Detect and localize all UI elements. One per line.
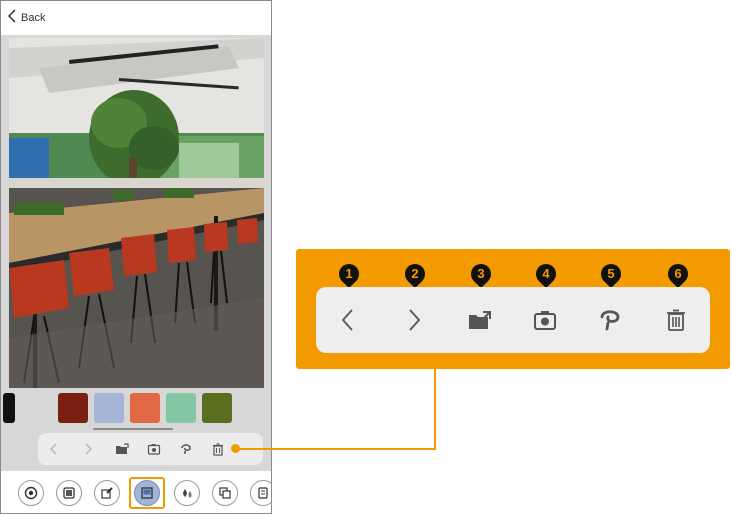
marker-number: 2 (411, 266, 419, 281)
chevron-left-icon (7, 8, 17, 28)
camera-button[interactable] (528, 303, 562, 337)
toolbar-callout: 1 2 3 4 5 6 (296, 249, 730, 369)
delete-button[interactable] (659, 303, 693, 337)
reference-image-panel (1, 35, 271, 471)
nav-more[interactable] (250, 480, 271, 506)
trash-icon (213, 443, 223, 456)
office-interior-photo[interactable] (9, 38, 264, 388)
camera-icon (534, 311, 556, 330)
chevron-right-icon (85, 443, 92, 455)
nav-copy[interactable] (212, 480, 238, 506)
more-icon (258, 487, 268, 499)
edit-image-icon (101, 487, 113, 499)
reference-toolbar (38, 433, 263, 465)
nav-drops[interactable] (174, 480, 200, 506)
lasso-icon (181, 444, 191, 454)
color-swatch-row (1, 391, 271, 427)
swatch-scrollbar[interactable] (93, 428, 173, 430)
next-button[interactable] (397, 303, 431, 337)
chevron-left-icon (50, 443, 57, 455)
marker-number: 3 (477, 266, 485, 281)
layers-icon (63, 487, 75, 499)
nav-layers[interactable] (56, 480, 82, 506)
nav-edit-image[interactable] (94, 480, 120, 506)
back-label: Back (21, 12, 46, 24)
color-swatch[interactable] (202, 393, 232, 423)
delete-button[interactable] (208, 439, 228, 459)
marker-number: 6 (674, 266, 682, 281)
marker-number: 5 (607, 266, 615, 281)
zoomed-reference-toolbar (316, 287, 710, 353)
chevron-left-icon (341, 309, 353, 331)
camera-icon (147, 444, 161, 455)
color-swatch[interactable] (166, 393, 196, 423)
callout-connector-horizontal (236, 448, 436, 450)
previous-button[interactable] (44, 439, 64, 459)
color-swatch[interactable] (130, 393, 160, 423)
marker-number: 1 (345, 266, 353, 281)
eyedropper-button[interactable] (176, 439, 196, 459)
color-swatch[interactable] (94, 393, 124, 423)
lasso-icon (600, 310, 620, 331)
back-button[interactable]: Back (7, 8, 46, 28)
copy-icon (219, 487, 231, 499)
open-folder-button[interactable] (463, 303, 497, 337)
eyedropper-button[interactable] (593, 303, 627, 337)
color-swatch[interactable] (58, 393, 88, 423)
camera-button[interactable] (144, 439, 164, 459)
active-nav-highlight (129, 477, 165, 509)
nav-color-wheel[interactable] (18, 480, 44, 506)
color-wheel-icon (24, 486, 38, 500)
open-folder-button[interactable] (112, 439, 132, 459)
phone-screen: Back (0, 0, 272, 514)
top-bar: Back (1, 1, 271, 35)
trash-icon (667, 309, 685, 331)
drops-icon (183, 489, 192, 498)
color-swatch[interactable] (3, 393, 15, 423)
folder-open-icon (116, 443, 129, 454)
previous-button[interactable] (331, 303, 365, 337)
chevron-right-icon (409, 309, 421, 331)
callout-connector-vertical (434, 367, 436, 450)
next-button[interactable] (78, 439, 98, 459)
marker-number: 4 (542, 266, 550, 281)
folder-open-icon (469, 311, 491, 329)
